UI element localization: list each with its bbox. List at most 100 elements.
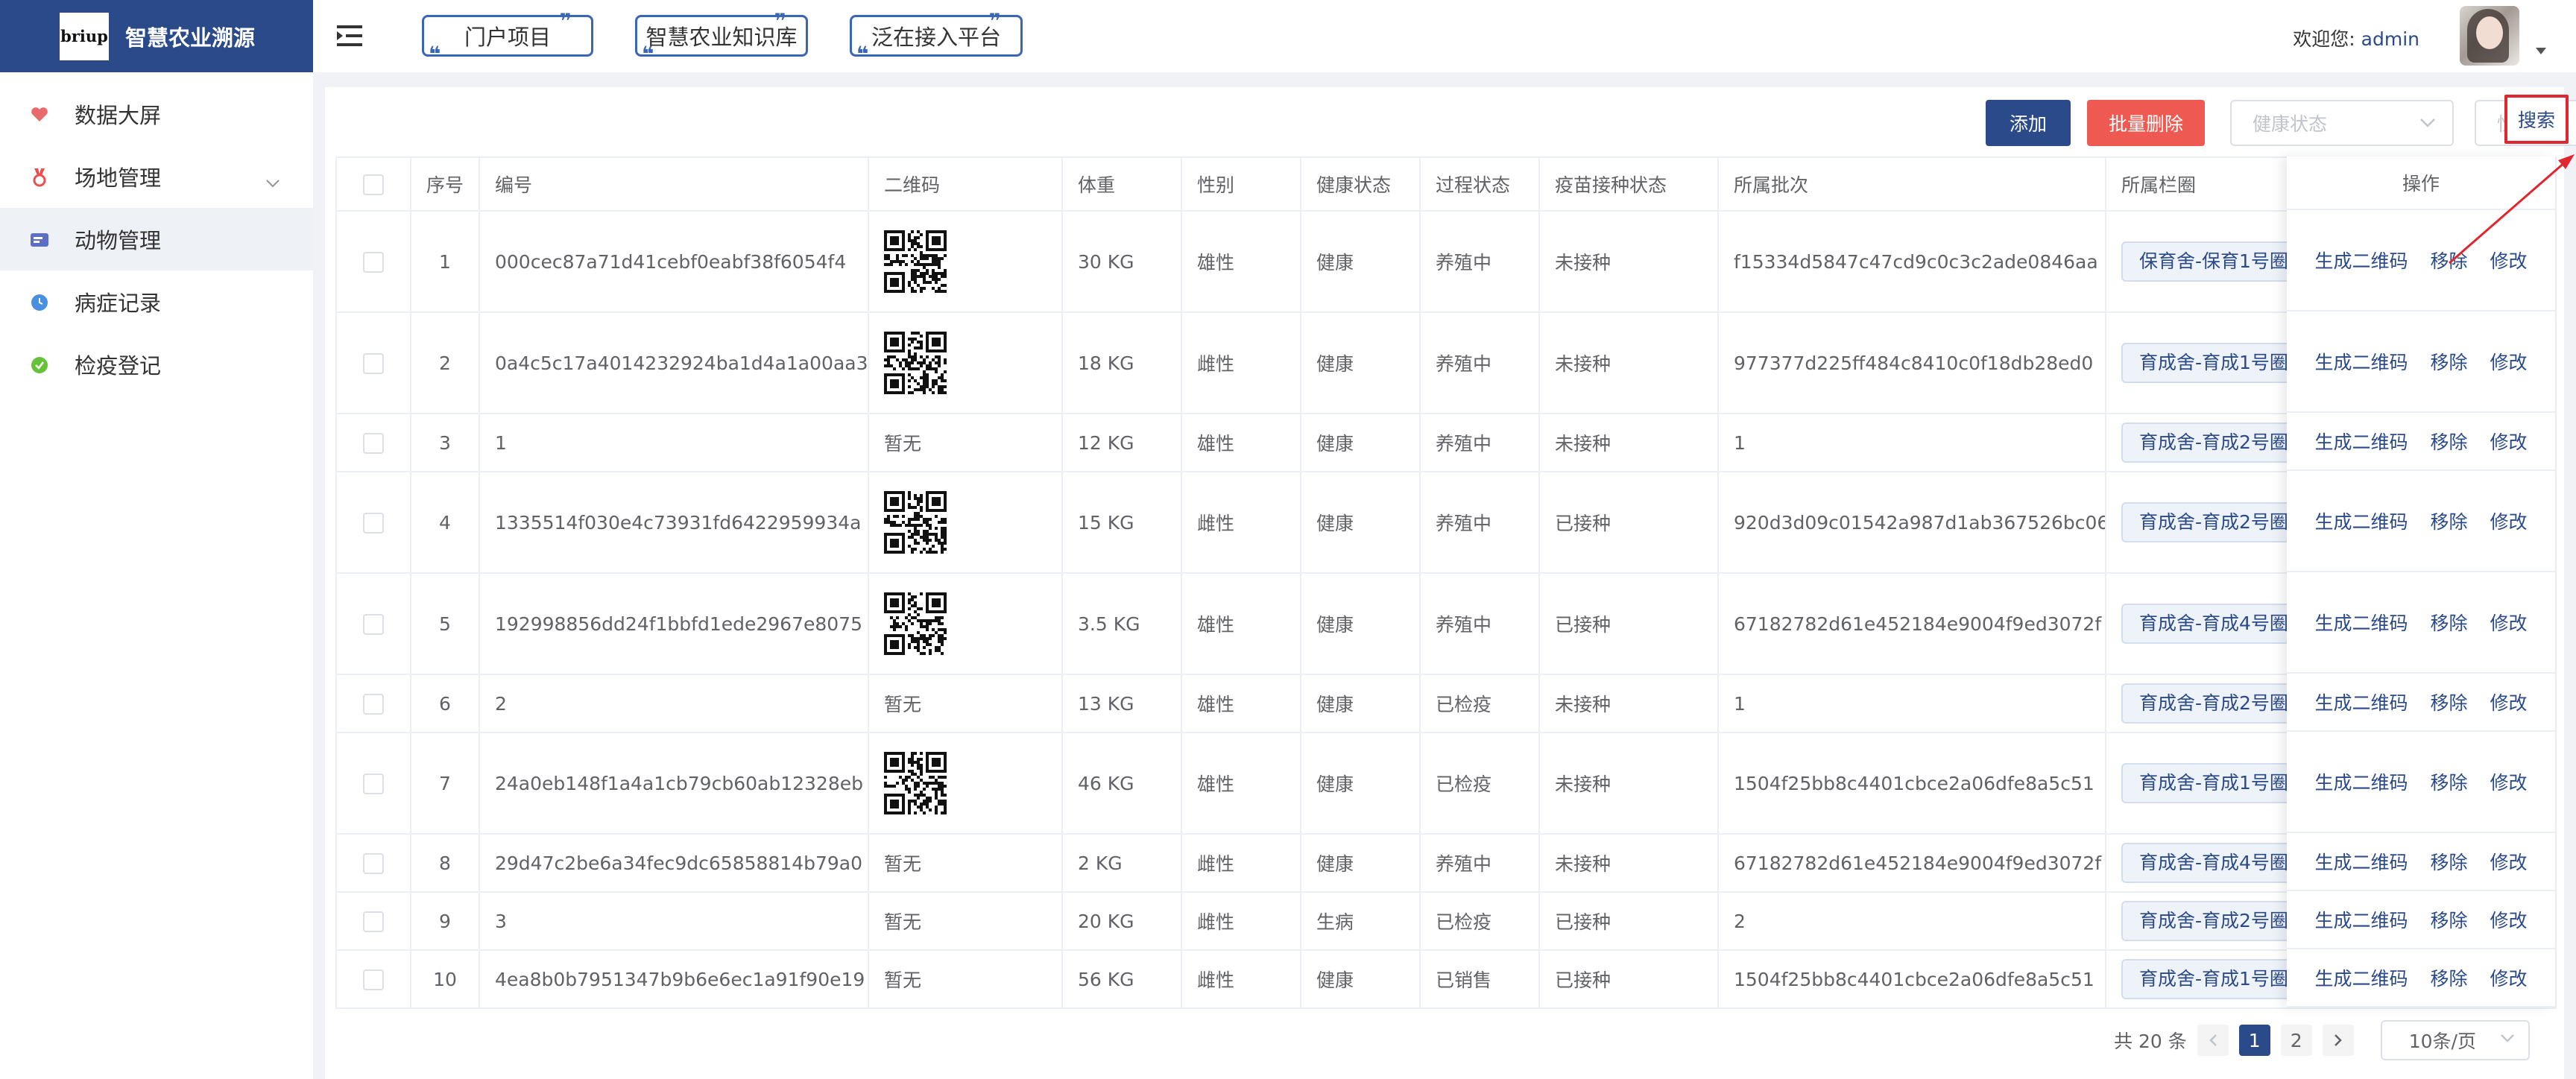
row-checkbox[interactable] (363, 969, 384, 990)
generate-qrcode-link[interactable]: 生成二维码 (2314, 428, 2408, 455)
chevron-right-icon (2334, 1034, 2342, 1046)
generate-qrcode-link[interactable]: 生成二维码 (2314, 689, 2408, 715)
page-button-2[interactable]: 2 (2280, 1025, 2312, 1056)
generate-qrcode-link[interactable]: 生成二维码 (2314, 507, 2408, 534)
row-select-cell[interactable] (335, 413, 411, 472)
sidebar-item-5[interactable]: 检疫登记 (0, 333, 313, 396)
row-checkbox[interactable] (363, 353, 384, 374)
sidebar-item-label: 场地管理 (75, 165, 162, 191)
cell-batch: 1 (1717, 413, 2106, 472)
row-select-cell[interactable] (335, 572, 411, 675)
row-checkbox[interactable] (363, 853, 384, 874)
quote-close-icon: ❞ (774, 9, 786, 34)
remove-link[interactable]: 移除 (2430, 964, 2467, 991)
cell-id: 0a4c5c17a4014232924ba1d4a1a00aa3 (479, 311, 869, 414)
edit-link[interactable]: 修改 (2490, 428, 2528, 455)
row-select-cell[interactable] (335, 949, 411, 1009)
sidebar-item-4[interactable]: 病症记录 (0, 270, 313, 333)
batch-delete-button[interactable]: 批量删除 (2087, 100, 2205, 146)
remove-link[interactable]: 移除 (2430, 768, 2467, 795)
caret-down-icon[interactable] (2536, 48, 2546, 54)
add-button[interactable]: 添加 (1986, 100, 2071, 146)
edit-link[interactable]: 修改 (2490, 768, 2528, 795)
edit-link[interactable]: 修改 (2490, 689, 2528, 715)
cell-gender: 雄性 (1181, 413, 1301, 472)
remove-link[interactable]: 移除 (2430, 428, 2467, 455)
cell-gender: 雌性 (1181, 311, 1301, 414)
row-select-cell[interactable] (335, 891, 411, 951)
generate-qrcode-link[interactable]: 生成二维码 (2314, 848, 2408, 875)
row-select-cell[interactable] (335, 471, 411, 574)
edit-link[interactable]: 修改 (2490, 848, 2528, 875)
row-checkbox[interactable] (363, 911, 384, 932)
row-checkbox[interactable] (363, 694, 384, 715)
cell-process-status: 养殖中 (1419, 471, 1540, 574)
remove-link[interactable]: 移除 (2430, 609, 2467, 636)
select-all-checkbox[interactable] (363, 174, 384, 195)
row-checkbox[interactable] (363, 773, 384, 794)
quote-close-icon: ❞ (988, 9, 1001, 34)
cell-health-status: 健康 (1300, 572, 1421, 675)
page-size-select[interactable]: 10条/页 (2380, 1020, 2530, 1060)
cell-no: 4 (410, 471, 480, 574)
cell-vaccine-status: 已接种 (1538, 891, 1719, 951)
top-header: ❝ 门户项目 ❞ ❝ 智慧农业知识库 ❞ ❝ 泛在接入平台 ❞ 欢迎您: admi… (313, 0, 2576, 72)
header-link-portal[interactable]: ❝ 门户项目 ❞ (422, 11, 593, 65)
row-checkbox[interactable] (363, 433, 384, 454)
avatar[interactable] (2460, 6, 2519, 66)
cell-weight: 13 KG (1061, 674, 1182, 733)
sidebar-item-3[interactable]: 动物管理 (0, 208, 313, 270)
row-checkbox[interactable] (363, 614, 384, 635)
cell-gender: 雌性 (1181, 949, 1301, 1009)
row-select-cell[interactable] (335, 210, 411, 313)
cell-qrcode: 暂无 (868, 949, 1063, 1009)
header-link-knowledge-base[interactable]: ❝ 智慧农业知识库 ❞ (635, 11, 808, 65)
generate-qrcode-link[interactable]: 生成二维码 (2314, 768, 2408, 795)
remove-link[interactable]: 移除 (2430, 848, 2467, 875)
prev-page-button[interactable] (2197, 1025, 2229, 1056)
generate-qrcode-link[interactable]: 生成二维码 (2314, 964, 2408, 991)
row-select-cell[interactable] (335, 311, 411, 414)
col-header-gender: 性别 (1181, 156, 1301, 212)
row-select-cell[interactable] (335, 674, 411, 733)
qr-code-image (884, 592, 1046, 655)
next-page-button[interactable] (2322, 1025, 2354, 1056)
sidebar-item-2[interactable]: 场地管理 (0, 145, 313, 208)
select-all-cell[interactable] (335, 156, 411, 212)
generate-qrcode-link[interactable]: 生成二维码 (2314, 348, 2408, 375)
remove-link[interactable]: 移除 (2430, 507, 2467, 534)
cell-vaccine-status: 未接种 (1538, 833, 1719, 893)
page-button-1[interactable]: 1 (2238, 1025, 2270, 1056)
cell-no: 7 (410, 732, 480, 835)
row-select-cell[interactable] (335, 732, 411, 835)
cell-weight: 2 KG (1061, 833, 1182, 893)
pen-tag: 育成舍-育成2号圈 (2121, 423, 2306, 463)
cell-batch: 977377d225ff484c8410c0f18db28ed0 (1717, 311, 2106, 414)
remove-link[interactable]: 移除 (2430, 348, 2467, 375)
cell-process-status: 已销售 (1419, 949, 1540, 1009)
sidebar-item-1[interactable]: 数据大屏 (0, 83, 313, 145)
header-link-access-platform[interactable]: ❝ 泛在接入平台 ❞ (850, 11, 1023, 65)
sidebar-item-label: 病症记录 (75, 291, 162, 316)
row-checkbox[interactable] (363, 513, 384, 534)
menu-toggle-icon[interactable] (337, 22, 364, 49)
edit-link[interactable]: 修改 (2490, 507, 2528, 534)
generate-qrcode-link[interactable]: 生成二维码 (2314, 609, 2408, 636)
edit-link[interactable]: 修改 (2490, 348, 2528, 375)
generate-qrcode-link[interactable]: 生成二维码 (2314, 247, 2408, 273)
row-select-cell[interactable] (335, 833, 411, 893)
edit-link[interactable]: 修改 (2490, 906, 2528, 933)
username[interactable]: admin (2361, 28, 2419, 50)
remove-link[interactable]: 移除 (2430, 689, 2467, 715)
col-header-health: 健康状态 (1300, 156, 1421, 212)
health-status-select[interactable]: 健康状态 (2230, 100, 2454, 146)
remove-link[interactable]: 移除 (2430, 906, 2467, 933)
operations-cell: 生成二维码 移除 修改 (2287, 833, 2555, 891)
cell-batch: 1504f25bb8c4401cbce2a06dfe8a5c51 (1717, 949, 2106, 1009)
cell-health-status: 健康 (1300, 413, 1421, 472)
generate-qrcode-link[interactable]: 生成二维码 (2314, 906, 2408, 933)
edit-link[interactable]: 修改 (2490, 609, 2528, 636)
edit-link[interactable]: 修改 (2490, 964, 2528, 991)
row-checkbox[interactable] (363, 252, 384, 273)
cell-qrcode: 暂无 (868, 833, 1063, 893)
